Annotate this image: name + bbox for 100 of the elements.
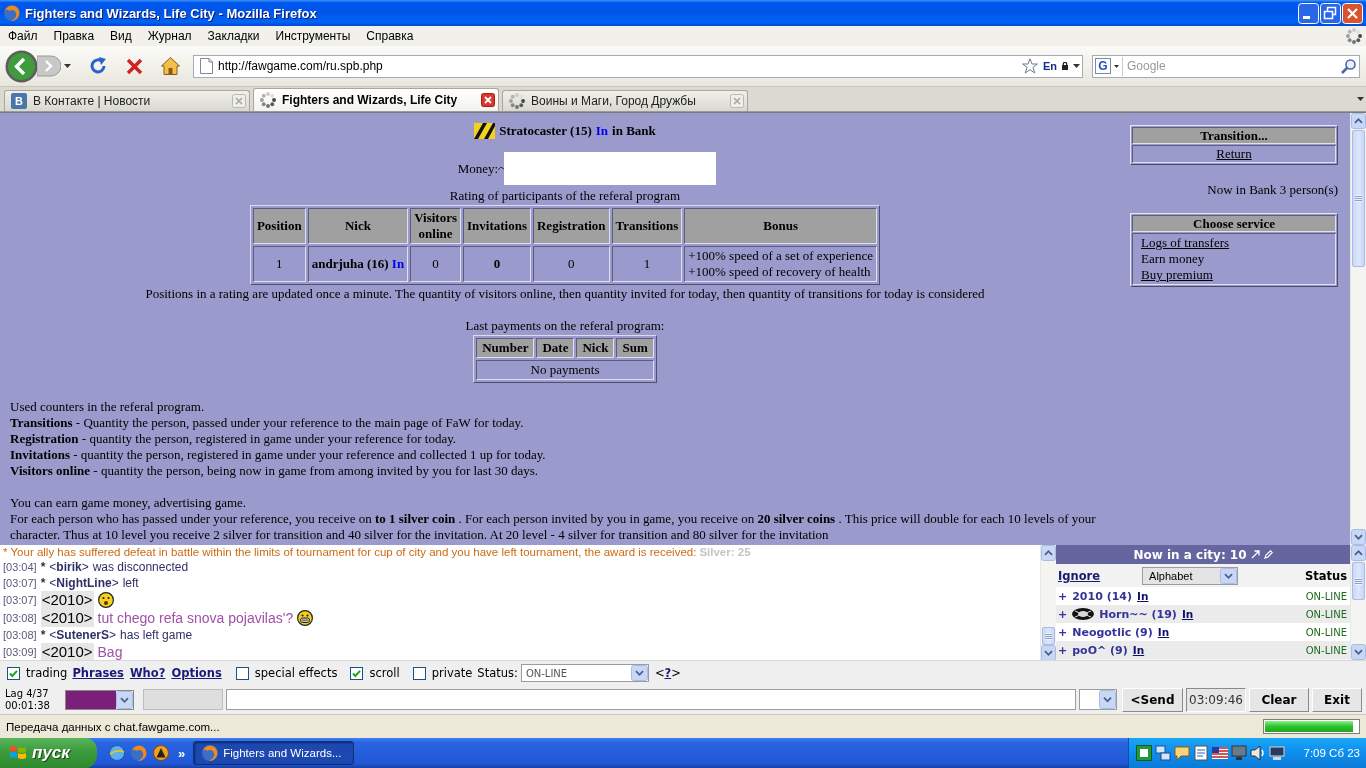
windows-stack-icon[interactable] (1155, 745, 1171, 761)
user-name[interactable]: poO^ (9) (1072, 643, 1128, 657)
expand-toggle[interactable]: + (1058, 589, 1068, 603)
clear-button[interactable]: Clear (1249, 687, 1309, 712)
dropdown-select[interactable] (1079, 689, 1117, 710)
start-button[interactable]: пуск (0, 738, 97, 768)
vertical-scrollbar[interactable] (1350, 113, 1366, 545)
color-select[interactable] (65, 689, 134, 710)
url-input[interactable]: http://fawgame.com/ru.spb.php (218, 57, 1017, 75)
pencil-icon[interactable] (1263, 550, 1273, 559)
search-field[interactable]: G Google (1092, 54, 1360, 78)
star-icon[interactable] (1021, 58, 1038, 74)
document-icon[interactable] (1193, 745, 1209, 761)
search-engine-logo[interactable]: G (1095, 58, 1111, 74)
service-link[interactable]: Buy premium (1141, 267, 1213, 283)
in-link[interactable]: In (1157, 626, 1170, 638)
nick-text[interactable]: <birik> (49, 560, 89, 574)
message-input[interactable] (226, 689, 1076, 710)
address-field[interactable]: http://fawgame.com/ru.spb.php En (193, 54, 1083, 78)
chevron-down-icon[interactable] (1351, 529, 1366, 545)
caret-down-icon[interactable] (1073, 64, 1080, 68)
vertical-scrollbar[interactable] (1040, 545, 1056, 660)
option-link[interactable]: Phrases (72, 666, 124, 680)
menu-item[interactable]: Закладки (199, 29, 268, 43)
scrollbar-thumb[interactable] (1352, 130, 1365, 267)
chevron-down-icon[interactable] (1351, 644, 1366, 660)
option-link[interactable]: Options (171, 666, 222, 680)
user-row[interactable]: + Horn~~ (19) In ON-LINE (1056, 605, 1350, 623)
menu-item[interactable]: Инструменты (267, 29, 359, 43)
in-link[interactable]: In (391, 256, 405, 271)
option-link[interactable]: Who? (129, 666, 166, 680)
globe-icon[interactable] (109, 745, 125, 761)
stop-icon[interactable] (126, 57, 143, 75)
tab[interactable]: Воины и Маги, Город Дружбы (502, 90, 748, 111)
nick-text[interactable]: <NightLine> (49, 576, 119, 590)
status-select[interactable]: ON-LINE (520, 664, 649, 682)
tab[interactable]: Fighters and Wizards, Life City (253, 88, 499, 111)
nick-text[interactable]: <SutenerS> (49, 628, 117, 642)
caret-down-icon[interactable] (1114, 64, 1119, 68)
square-app-icon[interactable] (1136, 745, 1152, 761)
chevron-up-icon[interactable] (1351, 545, 1366, 561)
taskbar-button[interactable]: Fighters and Wizards... (193, 741, 355, 765)
restore-icon[interactable] (1320, 2, 1341, 24)
checkbox[interactable] (7, 666, 20, 680)
in-link[interactable]: In (595, 123, 609, 139)
home-icon[interactable] (161, 57, 180, 75)
menu-item[interactable]: Вид (102, 29, 140, 43)
in-link[interactable]: In (1181, 608, 1194, 620)
expand-arrow-icon[interactable] (1250, 550, 1260, 559)
expand-toggle[interactable]: + (1058, 643, 1068, 657)
expand-toggle[interactable]: + (1058, 625, 1068, 639)
minimize-icon[interactable] (1298, 2, 1319, 24)
reload-icon[interactable] (89, 57, 107, 75)
checkbox[interactable] (412, 666, 426, 680)
expand-toggle[interactable]: + (1058, 607, 1068, 621)
caret-down-icon[interactable] (64, 64, 71, 68)
user-name[interactable]: Horn~~ (19) (1099, 607, 1177, 621)
in-link[interactable]: In (1137, 590, 1149, 602)
user-row[interactable]: + 2010 (14) In ON-LINE (1056, 587, 1350, 605)
chevron-up-icon[interactable] (1351, 113, 1366, 129)
return-link[interactable]: Return (1216, 146, 1252, 162)
back-arrow-icon[interactable] (5, 49, 38, 83)
help-link[interactable]: ? (664, 666, 672, 680)
tab[interactable]: B В Контакте | Новости (4, 90, 250, 111)
menu-item[interactable]: Правка (45, 29, 103, 43)
caret-down-icon[interactable] (1357, 97, 1364, 101)
close-icon[interactable] (481, 93, 495, 107)
nick-text[interactable]: <2010> (40, 591, 94, 609)
vertical-scrollbar[interactable] (1350, 545, 1366, 660)
chat-bubble-icon[interactable] (1174, 745, 1190, 761)
checkbox[interactable] (235, 666, 249, 680)
flag-icon[interactable] (1212, 747, 1228, 759)
table-cell: 0 (533, 246, 610, 282)
monitor-icon[interactable] (1231, 745, 1247, 761)
scrollbar-thumb[interactable] (1042, 627, 1055, 645)
more-chevron[interactable]: » (178, 745, 186, 761)
user-row[interactable]: + poO^ (9) In ON-LINE (1056, 641, 1350, 659)
nick-text[interactable]: <2010> (40, 609, 94, 627)
search-input[interactable]: Google (1122, 56, 1338, 76)
menu-item[interactable]: Справка (358, 29, 422, 43)
checkbox[interactable] (350, 666, 364, 680)
in-link[interactable]: In (1132, 644, 1145, 656)
circle-triangle-icon[interactable] (153, 745, 169, 761)
user-name[interactable]: Neogotlic (9) (1072, 625, 1153, 639)
exit-button[interactable]: Exit (1312, 687, 1362, 712)
ignore-link[interactable]: Ignore (1058, 568, 1101, 583)
user-row[interactable]: + Neogotlic (9) In ON-LINE (1056, 623, 1350, 641)
scrollbar-thumb[interactable] (1352, 562, 1365, 600)
user-name[interactable]: 2010 (14) (1072, 589, 1133, 603)
send-button[interactable]: <Send (1122, 687, 1183, 712)
speaker-icon[interactable] (1250, 745, 1266, 761)
nick-text[interactable]: <2010> (40, 643, 94, 660)
sort-select[interactable]: Alphabet (1142, 566, 1239, 585)
service-link[interactable]: Logs of transfers (1141, 235, 1230, 251)
computer-icon[interactable] (1269, 745, 1285, 761)
search-icon[interactable] (1341, 58, 1356, 74)
chevron-up-icon[interactable] (1041, 545, 1056, 561)
menu-item[interactable]: Файл (0, 29, 46, 43)
menu-item[interactable]: Журнал (139, 29, 200, 43)
chevron-down-icon[interactable] (1041, 645, 1056, 661)
